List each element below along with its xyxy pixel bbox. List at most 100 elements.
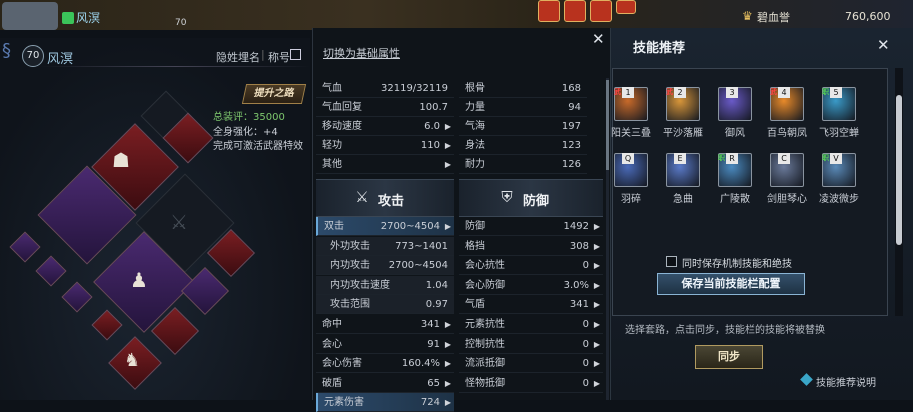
stat-row[interactable]: 命中 341 ▶ xyxy=(316,315,454,334)
skill-icon[interactable]: Q xyxy=(614,153,648,187)
stat-row[interactable]: 控制抗性 0 ▶ xyxy=(459,335,603,354)
expand-arrow-icon[interactable]: ▶ xyxy=(445,117,451,136)
upgrade-path-button[interactable]: 提升之路 xyxy=(241,84,307,104)
divider xyxy=(40,66,310,67)
event-banner-icon[interactable] xyxy=(616,0,636,14)
stat-row[interactable]: 会心 91 ▶ xyxy=(316,335,454,354)
sync-hint-text: 选择套路，点击同步，技能栏的技能将被替换 xyxy=(625,325,825,336)
stat-row[interactable]: 会心抗性 0 ▶ xyxy=(459,256,603,276)
skill-type-tag: 职 xyxy=(718,154,725,162)
stat-row[interactable]: 元素抗性 0 ▶ xyxy=(459,315,603,334)
edit-icon[interactable] xyxy=(290,49,301,60)
stat-row[interactable]: 气盾 341 ▶ xyxy=(459,295,603,315)
stat-row[interactable]: 会心伤害 160.4% ▶ xyxy=(316,354,454,374)
skill-icon[interactable]: E xyxy=(666,153,700,187)
stat-value: 91 xyxy=(427,338,440,350)
close-icon[interactable]: ✕ xyxy=(877,36,890,54)
expand-arrow-icon[interactable]: ▶ xyxy=(445,315,451,334)
stat-row[interactable]: 会心防御 3.0% ▶ xyxy=(459,276,603,295)
skill-type-tag: 武 xyxy=(614,88,621,96)
skill-icon[interactable]: 5职 xyxy=(822,87,856,121)
skill-name: 平沙落雁 xyxy=(663,128,703,139)
stat-row[interactable]: 怪物抵御 0 ▶ xyxy=(459,374,603,393)
stat-value: 0 xyxy=(582,377,589,389)
hotkey-badge: 1 xyxy=(622,87,634,98)
sync-button[interactable]: 同步 xyxy=(695,345,763,369)
stat-value: 0.97 xyxy=(425,299,448,311)
expand-arrow-icon[interactable]: ▶ xyxy=(445,374,451,393)
expand-arrow-icon[interactable]: ▶ xyxy=(445,354,451,373)
attack-title: 攻击 xyxy=(378,194,405,209)
expand-arrow-icon[interactable]: ▶ xyxy=(445,335,451,354)
skill-scroll-thumb[interactable] xyxy=(896,95,902,245)
skill-name: 御风 xyxy=(725,128,745,139)
skill-icon[interactable]: C xyxy=(770,153,804,187)
title-button[interactable]: 称号 xyxy=(268,49,290,65)
expand-arrow-icon[interactable]: ▶ xyxy=(445,393,451,412)
hotkey-badge: Q xyxy=(622,153,634,164)
stat-value: 341 xyxy=(569,299,589,311)
skill-icon[interactable]: V职 xyxy=(822,153,856,187)
event-banner-icon[interactable] xyxy=(590,0,612,22)
expand-arrow-icon[interactable]: ▶ xyxy=(594,256,600,275)
stat-label: 怪物抵御 xyxy=(465,377,505,389)
expand-arrow-icon[interactable]: ▶ xyxy=(594,354,600,373)
expand-arrow-icon[interactable]: ▶ xyxy=(445,217,451,236)
school-emblem-icon: § xyxy=(2,40,11,61)
stat-value: 0 xyxy=(582,338,589,350)
stat-row[interactable]: 破盾 65 ▶ xyxy=(316,374,454,393)
stat-row: 外功攻击 773~1401 xyxy=(316,236,454,256)
stat-row[interactable]: 轻功 110 ▶ xyxy=(316,136,454,155)
expand-arrow-icon[interactable]: ▶ xyxy=(594,374,600,393)
stat-row[interactable]: 流派抵御 0 ▶ xyxy=(459,354,603,374)
player-portrait[interactable] xyxy=(2,2,58,30)
hide-name-button[interactable]: 隐姓埋名 xyxy=(216,49,260,65)
stat-value: 0 xyxy=(582,358,589,370)
stat-value: 32119/32119 xyxy=(381,83,448,94)
save-mechanic-skills-checkbox[interactable] xyxy=(666,256,677,267)
skill-help-link[interactable]: 技能推荐说明 xyxy=(816,374,876,389)
expand-arrow-icon[interactable]: ▶ xyxy=(594,237,600,256)
stat-row[interactable]: 格挡 308 ▶ xyxy=(459,237,603,256)
stat-label: 根骨 xyxy=(465,83,485,94)
hotkey-badge: 2 xyxy=(674,87,686,98)
skill-icon[interactable]: 1武 xyxy=(614,87,648,121)
expand-arrow-icon[interactable]: ▶ xyxy=(594,217,600,236)
stat-row[interactable]: 元素伤害 724 ▶ xyxy=(316,393,454,412)
event-banner-icon[interactable] xyxy=(564,0,586,22)
stat-row[interactable]: 移动速度 6.0 ▶ xyxy=(316,117,454,136)
skill-name: 飞羽空蝉 xyxy=(819,128,859,139)
character-level: 70 xyxy=(22,45,44,67)
expand-arrow-icon[interactable]: ▶ xyxy=(594,295,600,314)
stat-row[interactable]: 其他 ▶ xyxy=(316,155,454,174)
hud-player-name: 风溟 xyxy=(76,11,101,25)
hotkey-badge: E xyxy=(674,153,686,164)
character-name: 风溟 xyxy=(47,52,74,67)
skill-icon[interactable]: 4武 xyxy=(770,87,804,121)
expand-arrow-icon[interactable]: ▶ xyxy=(445,136,451,155)
switch-to-base-attributes-link[interactable]: 切换为基础属性 xyxy=(323,45,400,61)
stat-label: 气血 xyxy=(322,83,342,94)
expand-arrow-icon[interactable]: ▶ xyxy=(594,315,600,334)
stat-label: 元素伤害 xyxy=(324,397,364,409)
save-skillbar-button[interactable]: 保存当前技能栏配置 xyxy=(657,273,805,295)
skill-panel-title: 技能推荐 xyxy=(633,41,686,56)
stat-row: 身法 123 xyxy=(459,136,587,155)
event-banner-icon[interactable] xyxy=(538,0,560,22)
stat-row[interactable]: 双击 2700~4504 ▶ xyxy=(316,217,454,236)
skill-icon[interactable]: R职 xyxy=(718,153,752,187)
online-status-icon xyxy=(62,12,74,24)
hotkey-badge: 5 xyxy=(830,87,842,98)
close-icon[interactable]: ✕ xyxy=(592,30,605,48)
skill-icon[interactable]: 3 xyxy=(718,87,752,121)
stat-value: 110 xyxy=(420,140,440,151)
checkbox-label: 同时保存机制技能和绝技 xyxy=(682,259,792,270)
skill-icon[interactable]: 2武 xyxy=(666,87,700,121)
stat-row[interactable]: 防御 1492 ▶ xyxy=(459,217,603,236)
expand-arrow-icon[interactable]: ▶ xyxy=(594,335,600,354)
expand-arrow-icon[interactable]: ▶ xyxy=(594,276,600,295)
stat-value: 126 xyxy=(561,159,581,170)
expand-arrow-icon[interactable]: ▶ xyxy=(445,155,451,174)
stat-label: 流派抵御 xyxy=(465,358,505,370)
stat-label: 气海 xyxy=(465,121,485,132)
